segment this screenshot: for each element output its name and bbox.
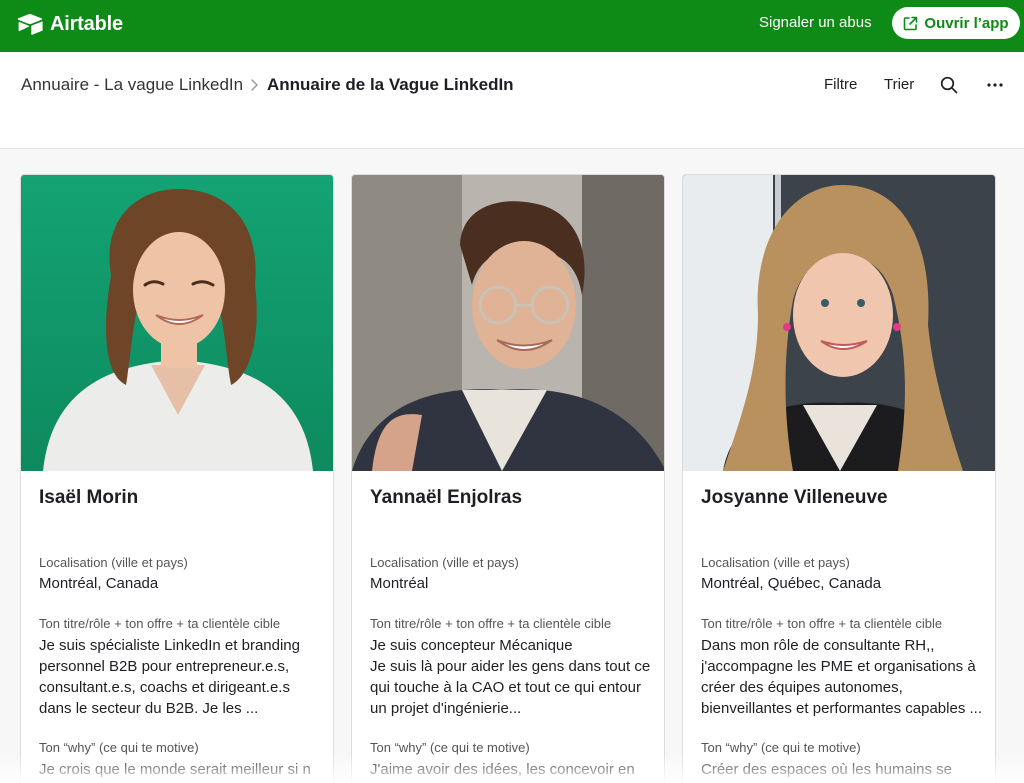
why-value: J'aime avoir des idées, les concevoir en [370,761,635,778]
location-value: Montréal, Canada [39,575,159,592]
title-label: Ton titre/rôle + ton offre + ta clientèl… [39,616,281,631]
more-options-icon[interactable] [986,82,1004,88]
why-label: Ton “why” (ce qui te motive) [39,740,199,755]
why-value: Créer des espaces où les humains se [701,761,952,778]
location-label: Localisation (ville et pays) [701,555,850,570]
search-icon[interactable] [940,76,958,94]
record-name: Isaël Morin [39,487,139,508]
profile-photo [21,175,333,471]
brand-name: Airtable [50,12,123,35]
record-name: Josyanne Villeneuve [701,487,888,508]
record-card[interactable]: Yannaël Enjolras Localisation (ville et … [351,174,665,783]
why-value: Je crois que le monde serait meilleur si… [39,761,311,778]
gallery-view: Isaël Morin Localisation (ville et pays)… [0,149,1024,783]
airtable-logo[interactable]: Airtable [16,12,123,36]
external-link-icon [904,16,918,30]
title-label: Ton titre/rôle + ton offre + ta clientèl… [701,616,943,631]
profile-photo [683,175,995,471]
record-card[interactable]: Isaël Morin Localisation (ville et pays)… [20,174,334,783]
why-label: Ton “why” (ce qui te motive) [370,740,530,755]
breadcrumb-parent[interactable]: Annuaire - La vague LinkedIn [21,75,243,95]
filter-button[interactable]: Filtre [824,76,857,93]
record-name: Yannaël Enjolras [370,487,523,508]
title-value: Je suis concepteur Mécanique Je suis là … [370,637,651,717]
title-label: Ton titre/rôle + ton offre + ta clientèl… [370,616,612,631]
open-app-button[interactable]: Ouvrir l’app [892,7,1020,39]
airtable-logo-icon [17,13,43,35]
location-value: Montréal [370,575,429,592]
location-label: Localisation (ville et pays) [39,555,188,570]
location-value: Montréal, Québec, Canada [701,575,882,592]
breadcrumb-current: Annuaire de la Vague LinkedIn [267,75,514,94]
open-app-label: Ouvrir l’app [924,14,1009,32]
sort-button[interactable]: Trier [884,76,914,93]
profile-photo [352,175,664,471]
record-card[interactable]: Josyanne Villeneuve Localisation (ville … [682,174,996,783]
chevron-right-icon [251,79,258,91]
report-abuse-link[interactable]: Signaler un abus [759,14,872,32]
title-value: Je suis spécialiste LinkedIn et branding… [39,637,300,717]
title-value: Dans mon rôle de consultante RH,, j'acco… [701,637,982,717]
location-label: Localisation (ville et pays) [370,555,519,570]
view-header: Annuaire - La vague LinkedIn Annuaire de… [0,52,1024,149]
top-bar: Airtable Signaler un abus Ouvrir l’app [0,0,1024,52]
why-label: Ton “why” (ce qui te motive) [701,740,861,755]
